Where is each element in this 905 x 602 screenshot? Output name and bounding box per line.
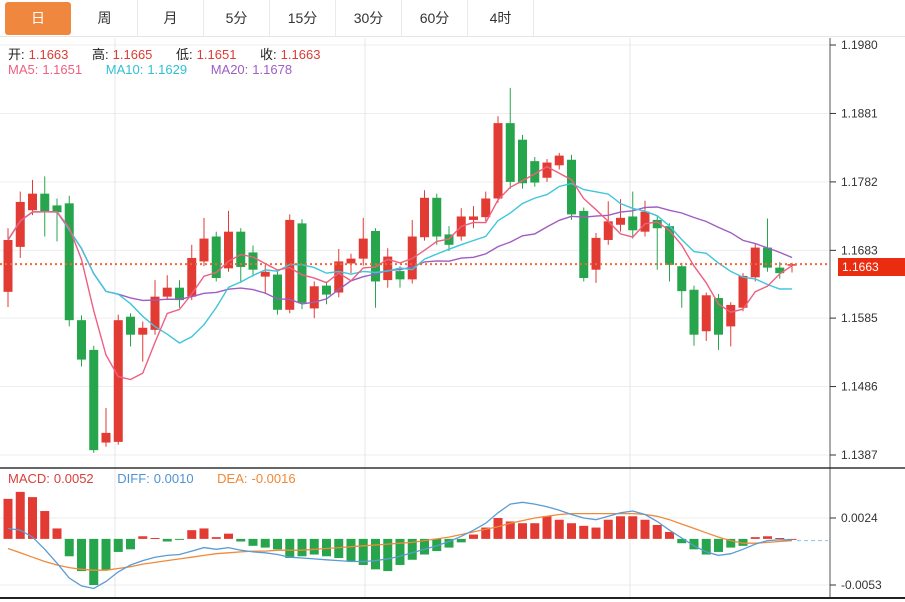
ohlc-legend: 开: 1.1663 高: 1.1665 低: 1.1651 收: 1.1663	[8, 44, 324, 63]
price-axis-labels: 1.1980 1.1881 1.1782 1.1683 1.1585 1.1486 1.13…	[830, 38, 882, 592]
high-label: 高:	[92, 47, 109, 62]
kline-app: 日周月5分15分30分60分4时 1.19801.18811.17821.168…	[0, 0, 905, 602]
candlestick-chart-canvas[interactable]: 1.1980 1.1881 1.1782 1.1683 1.1585 1.1486 1.13…	[0, 0, 905, 602]
svg-text:1.1980: 1.1980	[841, 38, 878, 52]
svg-text:1.1782: 1.1782	[841, 175, 878, 189]
ma-legend: MA5: 1.1651 MA10:1.1629 MA20:1.1678	[8, 62, 296, 77]
ma5-value: 1.1651	[42, 62, 82, 77]
close-label: 收:	[260, 47, 277, 62]
svg-text:1.1486: 1.1486	[841, 380, 878, 394]
ma5-label: MA5:	[8, 62, 38, 77]
open-label: 开:	[8, 47, 25, 62]
ma10-value: 1.1629	[147, 62, 187, 77]
ma10-label: MA10:	[106, 62, 144, 77]
macd-value: 0.0052	[54, 471, 94, 486]
svg-text:1.1585: 1.1585	[841, 311, 878, 325]
diff-label: DIFF:	[117, 471, 150, 486]
svg-text:1.1683: 1.1683	[841, 243, 878, 257]
current-price-badge: 1.1663	[838, 258, 905, 276]
svg-text:0.0024: 0.0024	[841, 511, 878, 525]
candles-layer	[4, 88, 797, 453]
macd-label: MACD:	[8, 471, 50, 486]
high-value: 1.1665	[113, 47, 153, 62]
low-value: 1.1651	[197, 47, 237, 62]
macd-legend: MACD: 0.0052 DIFF: 0.0010 DEA: -0.0016	[8, 471, 300, 486]
open-value: 1.1663	[29, 47, 69, 62]
diff-value: 0.0010	[154, 471, 194, 486]
svg-text:1.1881: 1.1881	[841, 106, 878, 120]
svg-text:-0.0053: -0.0053	[841, 578, 882, 592]
macd-histogram	[4, 492, 797, 585]
dea-label: DEA:	[217, 471, 247, 486]
close-value: 1.1663	[281, 47, 321, 62]
ma20-value: 1.1678	[252, 62, 292, 77]
ma20-line	[8, 207, 792, 304]
low-label: 低:	[176, 47, 193, 62]
svg-text:1.1387: 1.1387	[841, 448, 878, 462]
ma20-label: MA20:	[211, 62, 249, 77]
dea-value: -0.0016	[252, 471, 296, 486]
